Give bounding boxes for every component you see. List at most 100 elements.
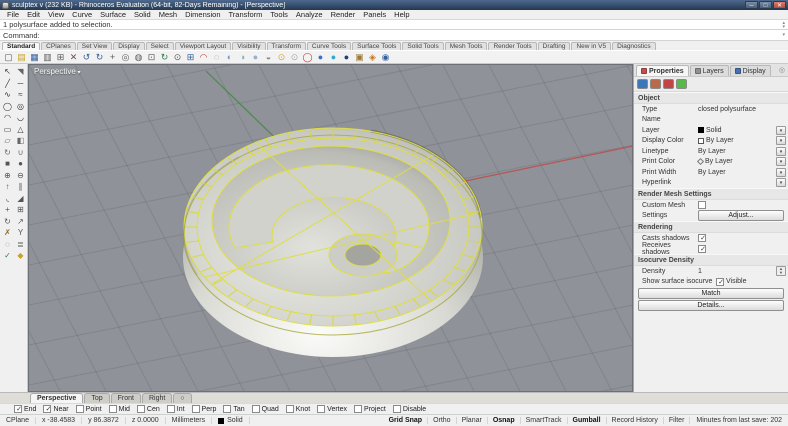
osnap-checkbox[interactable] [286, 405, 294, 413]
lamp-off-icon[interactable]: ⊙ [288, 51, 301, 63]
toolbar-tab[interactable]: Curve Tools [307, 42, 351, 50]
osnap-toggle[interactable]: Perp [192, 405, 217, 413]
viewport-tab[interactable]: Top [84, 393, 109, 403]
units-indicator[interactable]: Millimeters [166, 417, 212, 424]
layer-circle-icon[interactable]: ◯ [301, 51, 314, 63]
popup-menu-icon[interactable]: ◥ [14, 66, 27, 78]
osnap-checkbox[interactable] [167, 405, 175, 413]
polysurface-object[interactable] [179, 127, 483, 357]
ellipse-icon[interactable]: ◎ [14, 101, 27, 113]
redo-icon[interactable]: ↻ [93, 51, 106, 63]
viewport-title[interactable]: Perspective [34, 67, 80, 76]
osnap-toggle[interactable]: Vertex [317, 405, 347, 413]
toolbar-tab[interactable]: New in V5 [571, 42, 611, 50]
rectangle-icon[interactable]: ▭ [1, 124, 14, 136]
command-prompt[interactable]: Command: ▾ [0, 30, 788, 41]
current-layer[interactable]: Solid [212, 417, 250, 424]
zoom-selected-icon[interactable]: ⊙ [171, 51, 184, 63]
named-views-icon[interactable]: ⊞ [184, 51, 197, 63]
menu-item[interactable]: Analyze [292, 10, 327, 19]
details-button[interactable]: Details... [638, 300, 784, 311]
status-pane[interactable]: Grid Snap [384, 417, 428, 424]
toolbar-tab[interactable]: Render Tools [488, 42, 536, 50]
sphere-icon[interactable]: ● [14, 158, 27, 170]
viewport-tab[interactable]: Front [111, 393, 141, 403]
osnap-toggle[interactable]: Point [76, 405, 102, 413]
undo-icon[interactable]: ↺ [80, 51, 93, 63]
osnap-toggle[interactable]: Quad [252, 405, 279, 413]
menu-item[interactable]: Edit [23, 10, 44, 19]
print-icon[interactable]: ▥ [41, 51, 54, 63]
status-pane[interactable]: Osnap [488, 417, 521, 424]
detail-icon[interactable] [676, 79, 687, 89]
density-value[interactable]: 1 [698, 268, 702, 275]
boolean-difference-icon[interactable]: ⊖ [14, 170, 27, 182]
move-icon[interactable]: + [1, 204, 14, 216]
panel-menu-icon[interactable]: ◎ [779, 66, 785, 74]
osnap-checkbox[interactable] [393, 405, 401, 413]
status-pane[interactable]: Record History [607, 417, 664, 424]
cplane-indicator[interactable]: CPlane [0, 417, 36, 424]
dropdown-button[interactable]: ▾ [776, 157, 786, 166]
rotate-view-icon[interactable]: ↻ [158, 51, 171, 63]
new-file-icon[interactable]: ▢ [2, 51, 15, 63]
revolve-icon[interactable]: ↻ [1, 147, 14, 159]
texture-mapping-icon[interactable] [663, 79, 674, 89]
toolbar-tab[interactable]: Drafting [538, 42, 571, 50]
menu-item[interactable]: Transform [225, 10, 267, 19]
osnap-checkbox[interactable] [252, 405, 260, 413]
menu-item[interactable]: Solid [130, 10, 155, 19]
boolean-union-icon[interactable]: ⊕ [1, 170, 14, 182]
osnap-checkbox[interactable] [14, 405, 22, 413]
hide-icon[interactable]: ◌ [1, 239, 14, 251]
shaded-view-icon[interactable]: ◐ [223, 51, 236, 63]
toolbar-tab[interactable]: Transform [267, 42, 306, 50]
osnap-toggle[interactable]: Cen [137, 405, 160, 413]
minimize-button[interactable]: ─ [745, 1, 758, 9]
osnap-toggle[interactable]: Near [43, 405, 68, 413]
status-pane[interactable]: Planar [457, 417, 488, 424]
menu-item[interactable]: Help [390, 10, 413, 19]
loft-icon[interactable]: ◧ [14, 135, 27, 147]
wireframe-view-icon[interactable]: ◌ [210, 51, 223, 63]
menu-item[interactable]: Surface [96, 10, 130, 19]
toolbar-tab[interactable]: Solid Tools [402, 42, 443, 50]
scale-icon[interactable]: ↗ [14, 216, 27, 228]
command-scroll-arrows[interactable]: ▴▾ [782, 21, 785, 29]
options-icon[interactable]: ◈ [366, 51, 379, 63]
panel-tab[interactable]: Layers [690, 65, 729, 76]
rotate-icon[interactable]: ↻ [1, 216, 14, 228]
maximize-button[interactable]: □ [759, 1, 772, 9]
panel-tab[interactable]: Properties [636, 65, 689, 76]
zoom-dynamic-icon[interactable]: ◎ [119, 51, 132, 63]
osnap-checkbox[interactable] [317, 405, 325, 413]
toolbar-tab[interactable]: Surface Tools [352, 42, 401, 50]
sphere-blue-icon[interactable]: ● [314, 51, 327, 63]
undo-view-icon[interactable]: ◠ [197, 51, 210, 63]
toolbar-tab[interactable]: Set View [77, 42, 113, 50]
help-icon[interactable]: ◉ [379, 51, 392, 63]
osnap-toggle[interactable]: Mid [109, 405, 130, 413]
dropdown-button[interactable]: ▾ [776, 168, 786, 177]
material-icon[interactable] [650, 79, 661, 89]
surface-plane-icon[interactable]: ▱ [1, 135, 14, 147]
open-file-icon[interactable]: ▤ [15, 51, 28, 63]
command-prompt-arrow[interactable]: ▾ [782, 33, 785, 37]
custom-mesh-checkbox[interactable] [698, 201, 706, 209]
osnap-toggle[interactable]: Int [167, 405, 185, 413]
paint-icon[interactable]: ◆ [14, 250, 27, 262]
toolbar-tab[interactable]: Select [146, 42, 174, 50]
menu-item[interactable]: Panels [359, 10, 390, 19]
dropdown-button[interactable]: ▾ [776, 147, 786, 156]
menu-item[interactable]: Render [327, 10, 360, 19]
osnap-checkbox[interactable] [43, 405, 51, 413]
dropdown-button[interactable]: ▾ [776, 178, 786, 187]
extrude-icon[interactable]: ↑ [1, 181, 14, 193]
receives-shadows-checkbox[interactable] [698, 245, 706, 253]
save-icon[interactable]: ▦ [28, 51, 41, 63]
lamp-on-icon[interactable]: ⊙ [275, 51, 288, 63]
viewport-tab[interactable]: Perspective [30, 393, 83, 403]
menu-item[interactable]: Mesh [155, 10, 181, 19]
status-pane[interactable]: SmartTrack [521, 417, 568, 424]
sweep-icon[interactable]: ∪ [14, 147, 27, 159]
